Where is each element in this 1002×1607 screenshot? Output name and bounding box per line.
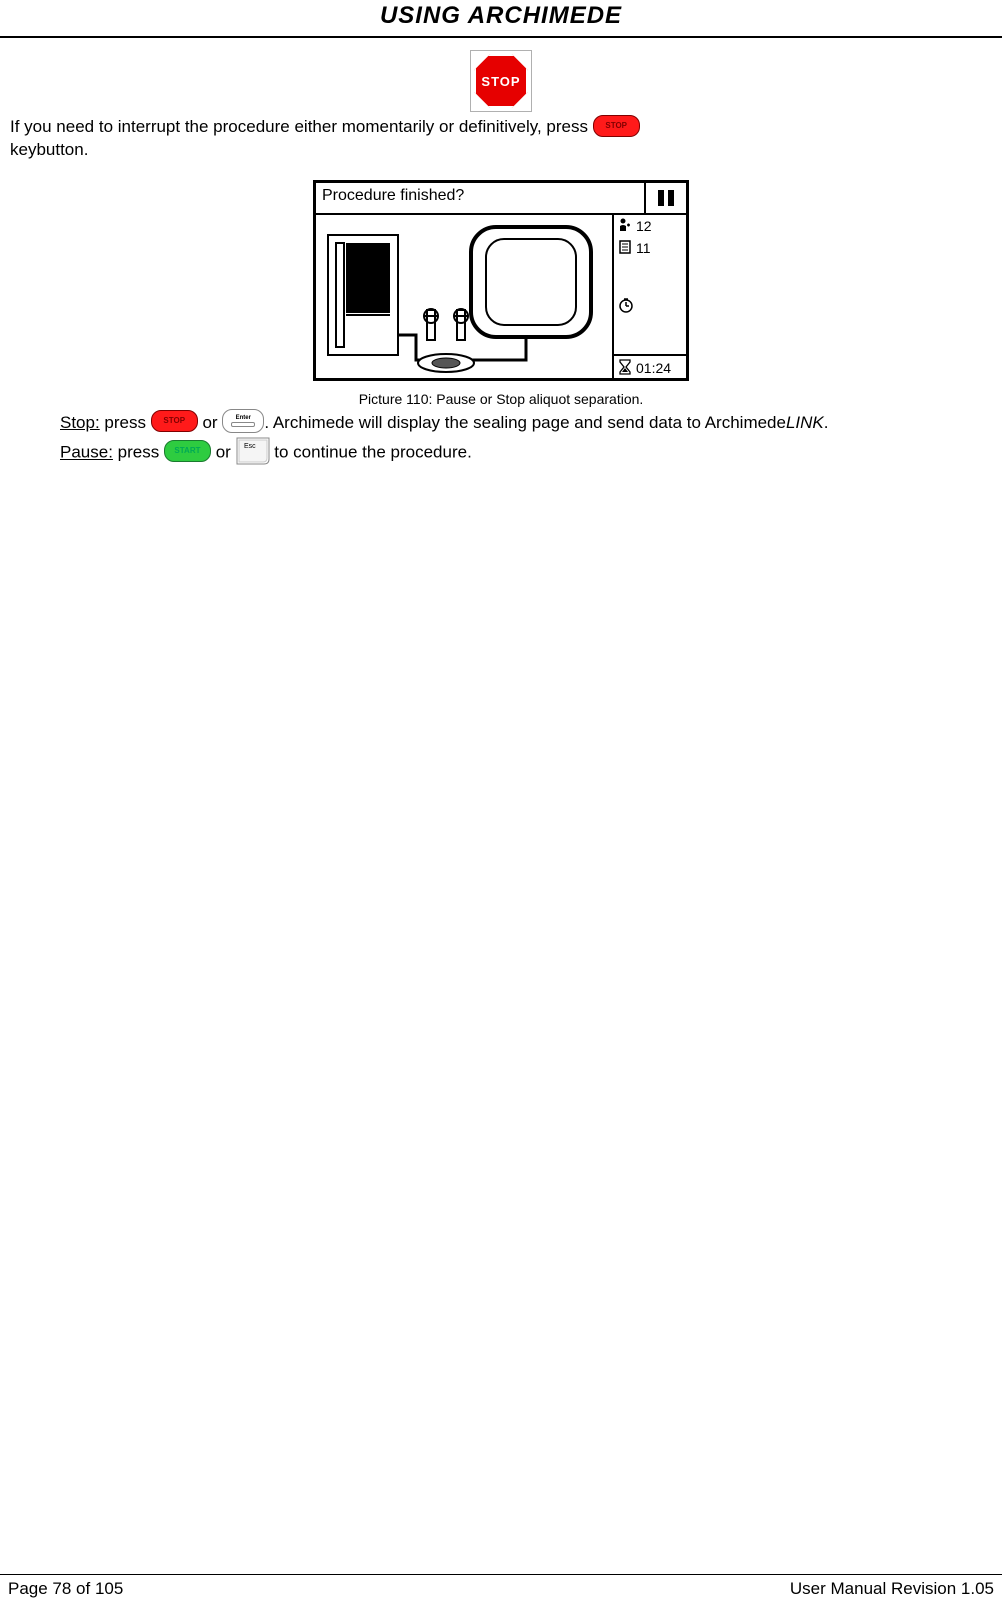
- patient-cell: 12: [614, 215, 686, 237]
- stop-text-c: . Archimede will display the sealing pag…: [264, 413, 786, 432]
- start-button-icon: START: [164, 440, 211, 462]
- screen-body: 12 11: [316, 215, 686, 380]
- pause-label: Pause:: [60, 443, 113, 462]
- document-icon: [618, 240, 632, 256]
- hourglass-icon: [618, 359, 632, 377]
- device-screen-wrap: Procedure finished?: [0, 180, 1002, 407]
- screen-title: Procedure finished?: [316, 183, 644, 213]
- esc-button-icon: Esc: [236, 437, 270, 465]
- footer-rule: [0, 1574, 1002, 1575]
- page-title: USING ARCHIMEDE: [0, 0, 1002, 30]
- device-screen: Procedure finished?: [313, 180, 689, 381]
- screen-sidebar: 12 11: [612, 215, 686, 380]
- stop-text-b: or: [202, 413, 222, 432]
- stop-instruction: Stop: press STOP or Enter . Archimede wi…: [0, 407, 1002, 436]
- pause-instruction: Pause: press START or Esc to continue th…: [0, 435, 1002, 467]
- archimede-link: LINK: [786, 413, 824, 432]
- enter-button-icon: Enter: [222, 409, 264, 433]
- figure-caption: Picture 110: Pause or Stop aliquot separ…: [0, 391, 1002, 407]
- person-icon: [618, 218, 632, 234]
- intro-text-1: If you need to interrupt the procedure e…: [10, 117, 593, 136]
- stop-button-icon: STOP: [593, 115, 640, 137]
- screen-title-row: Procedure finished?: [316, 183, 686, 215]
- timer-value: 01:24: [636, 360, 671, 376]
- enter-button-label: Enter: [236, 415, 251, 421]
- intro-paragraph: If you need to interrupt the procedure e…: [0, 112, 1002, 162]
- footer-revision: User Manual Revision 1.05: [790, 1579, 994, 1599]
- page-cell: 11: [614, 237, 686, 259]
- timer-cell: 01:24: [614, 354, 686, 380]
- stop-sign-wrap: STOP: [0, 50, 1002, 112]
- clock-cell: [614, 259, 686, 354]
- pause-icon: [644, 183, 686, 213]
- stop-text-a: press: [100, 413, 151, 432]
- stop-sign-frame: STOP: [470, 50, 532, 112]
- stop-text-d: .: [824, 413, 829, 432]
- svg-text:Esc: Esc: [244, 443, 256, 450]
- pause-text-b: or: [216, 443, 236, 462]
- footer-page-number: Page 78 of 105: [8, 1579, 123, 1599]
- stop-label: Stop:: [60, 413, 100, 432]
- page-footer: Page 78 of 105 User Manual Revision 1.05: [0, 1574, 1002, 1599]
- document-page: USING ARCHIMEDE STOP If you need to inte…: [0, 0, 1002, 1607]
- header-rule: [0, 36, 1002, 38]
- stop-sign-icon: STOP: [474, 54, 528, 108]
- screen-canvas: [316, 215, 612, 380]
- pause-text-c: to continue the procedure.: [274, 443, 472, 462]
- intro-text-2: keybutton.: [10, 140, 88, 159]
- stop-button-icon-inline: STOP: [151, 410, 198, 432]
- patient-value: 12: [636, 218, 652, 234]
- clock-icon: [618, 297, 634, 315]
- pause-text-a: press: [113, 443, 164, 462]
- page-value: 11: [636, 240, 651, 256]
